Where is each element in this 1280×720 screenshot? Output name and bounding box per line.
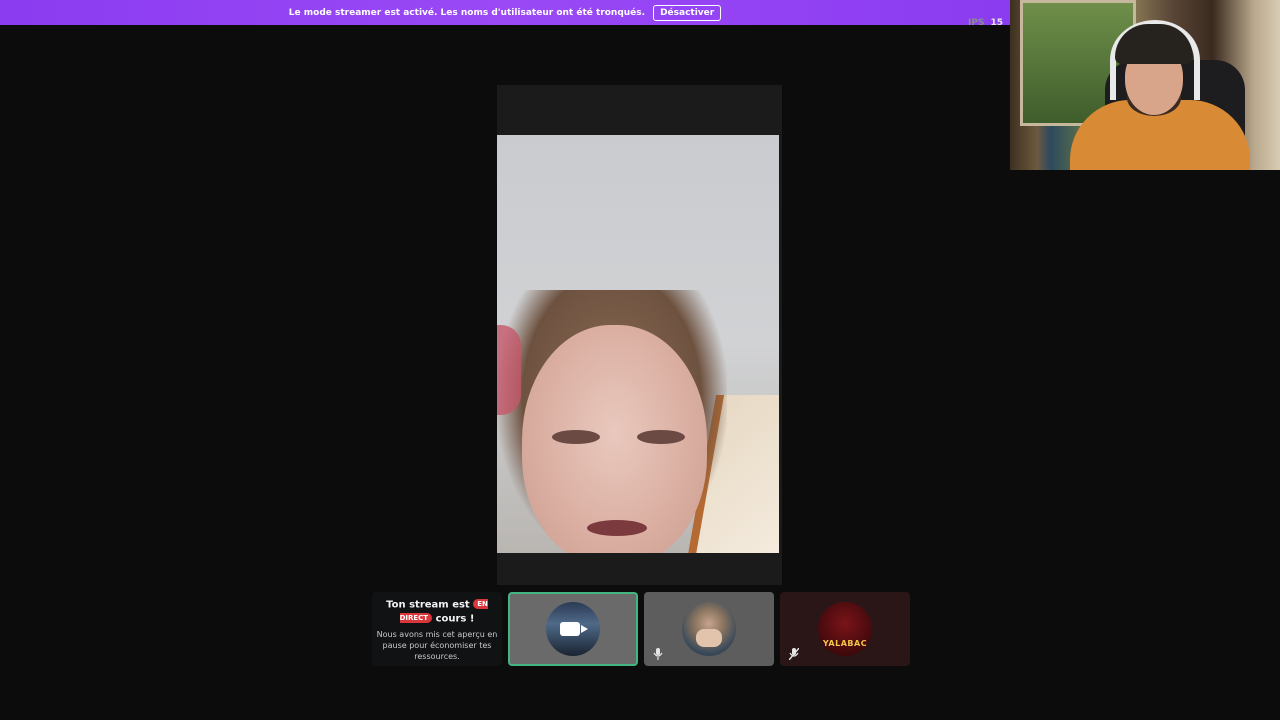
app-root: Le mode streamer est activé. Les noms d'… bbox=[0, 0, 1280, 720]
participant-tile-camera[interactable] bbox=[508, 592, 638, 666]
mouth bbox=[587, 520, 647, 536]
stream-title-part2: cours ! bbox=[435, 613, 475, 624]
stream-live-title: Ton stream est EN DIRECT cours ! bbox=[377, 598, 497, 625]
fps-label: IPS bbox=[968, 18, 985, 28]
video-frame bbox=[497, 135, 779, 553]
participant-tile-yalabac[interactable]: YALABAC bbox=[780, 592, 910, 666]
stream-title-part1: Ton stream est bbox=[386, 599, 470, 611]
streamer-mode-banner: Le mode streamer est activé. Les noms d'… bbox=[0, 0, 1010, 25]
right-eye bbox=[637, 430, 685, 444]
fps-value: 15 bbox=[990, 18, 1003, 28]
banner-message: Le mode streamer est activé. Les noms d'… bbox=[288, 7, 646, 18]
video-camera-icon bbox=[560, 622, 588, 636]
pink-hair-streak bbox=[497, 325, 521, 415]
left-eye bbox=[552, 430, 600, 444]
participant-tiles: Ton stream est EN DIRECT cours ! Nous av… bbox=[372, 592, 910, 666]
fps-counter: IPS 15 bbox=[968, 18, 1003, 28]
participant-avatar bbox=[682, 602, 736, 656]
mic-muted-icon bbox=[788, 647, 800, 661]
main-video-stream[interactable] bbox=[497, 85, 782, 585]
avatar-text: YALABAC bbox=[822, 639, 868, 648]
stream-paused-description: Nous avons mis cet aperçu en pause pour … bbox=[376, 630, 498, 661]
disable-streamer-mode-button[interactable]: Désactiver bbox=[653, 4, 722, 21]
stream-paused-tile[interactable]: Ton stream est EN DIRECT cours ! Nous av… bbox=[372, 592, 502, 666]
hand-gesture bbox=[696, 629, 722, 647]
streamer-webcam-overlay bbox=[1010, 0, 1280, 170]
microphone-icon bbox=[652, 648, 664, 660]
participant-tile-user[interactable] bbox=[644, 592, 774, 666]
